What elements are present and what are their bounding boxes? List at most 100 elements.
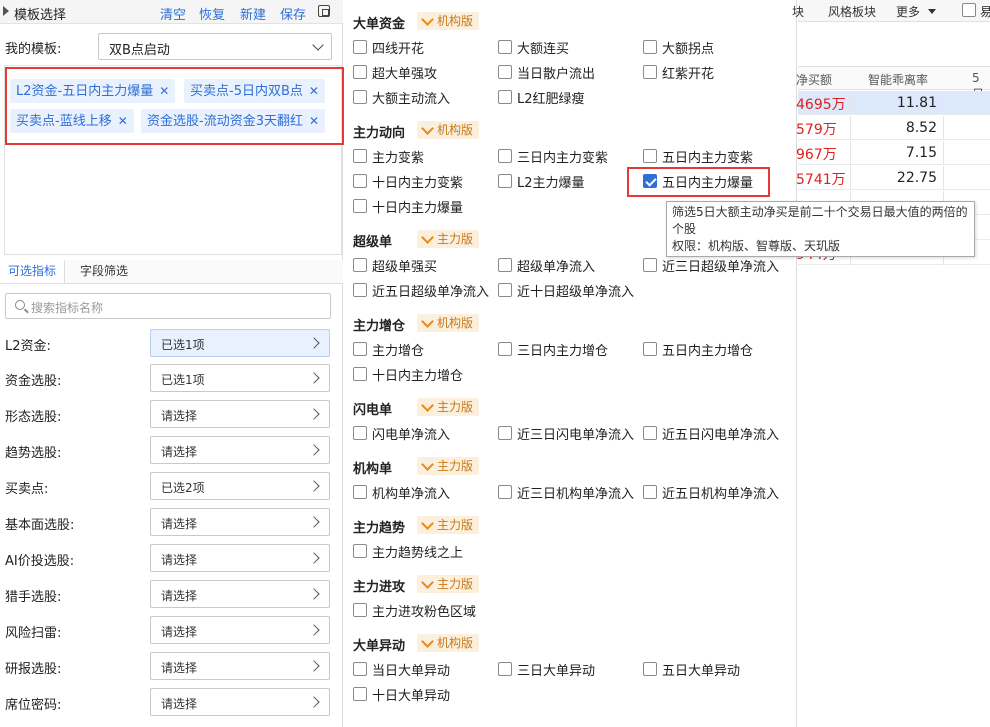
- checkbox-box[interactable]: [353, 426, 367, 440]
- column-header[interactable]: 智能乖离率: [868, 71, 928, 88]
- section-title: 主力增仓: [353, 319, 406, 334]
- search-placeholder: 搜索指标名称: [31, 301, 104, 315]
- checkbox-box[interactable]: [353, 258, 367, 272]
- checkbox-box[interactable]: [498, 40, 512, 54]
- new-button[interactable]: 新建: [240, 4, 266, 23]
- checkbox-box[interactable]: [498, 662, 512, 676]
- tooltip-line: 筛选5日大额主动净买是前二十个交易日最大值的两倍的: [672, 205, 968, 219]
- style-board-tab[interactable]: 风格板块: [828, 3, 876, 20]
- indicator-select-value: 请选择: [161, 517, 198, 531]
- checkbox-box[interactable]: [643, 65, 657, 79]
- checkbox-box[interactable]: [643, 40, 657, 54]
- section-title: 主力趋势: [353, 521, 406, 536]
- checkbox-box[interactable]: [498, 149, 512, 163]
- stock-table-panel: 块 风格板块 更多 易 净买额 智能乖离率 5日 4695万11.81 579万 8…: [792, 0, 990, 727]
- checkbox-box[interactable]: [643, 485, 657, 499]
- my-template-select[interactable]: 双B点启动: [98, 33, 332, 60]
- indicator-row: 资金选股: 已选1项: [0, 364, 343, 392]
- checkbox-box[interactable]: [353, 40, 367, 54]
- checkbox-box[interactable]: [353, 603, 367, 617]
- indicator-row: AI价投选股: 请选择: [0, 544, 343, 572]
- indicator-select[interactable]: 已选1项: [150, 329, 330, 357]
- checkbox-box[interactable]: [353, 687, 367, 701]
- checkbox-box[interactable]: [498, 90, 512, 104]
- indicator-select[interactable]: 请选择: [150, 616, 330, 644]
- checkbox-box[interactable]: [353, 149, 367, 163]
- edition-badge: 主力版: [417, 516, 480, 534]
- chevron-right-icon: [308, 624, 320, 636]
- checkbox-box[interactable]: [353, 544, 367, 558]
- board-tab[interactable]: 块: [792, 3, 804, 20]
- checkbox-box[interactable]: [353, 367, 367, 381]
- template-panel: 模板选择 清空 恢复 新建 保存 我的模板: 双B点启动 L2资金-五日内主力爆…: [0, 0, 344, 727]
- collapse-caret-icon[interactable]: [3, 6, 9, 16]
- checkbox-box[interactable]: [498, 283, 512, 297]
- checkbox-box[interactable]: [353, 199, 367, 213]
- table-header: 净买额 智能乖离率 5日: [796, 66, 990, 101]
- section-title: 主力进攻: [353, 580, 406, 595]
- indicator-select[interactable]: 请选择: [150, 580, 330, 608]
- checkbox-box[interactable]: [643, 258, 657, 272]
- indicator-select[interactable]: 请选择: [150, 652, 330, 680]
- checkbox-label: 十日内主力爆量: [372, 201, 464, 216]
- checkbox-box[interactable]: [498, 485, 512, 499]
- indicator-select[interactable]: 请选择: [150, 544, 330, 572]
- my-template-label: 我的模板:: [5, 42, 62, 57]
- indicator-label: 猎手选股:: [5, 590, 62, 605]
- section-title: 机构单: [353, 462, 393, 477]
- checkbox-box[interactable]: [643, 662, 657, 676]
- section-title: 超级单: [353, 235, 393, 250]
- checkbox-box[interactable]: [643, 426, 657, 440]
- edition-badge: 主力版: [417, 575, 480, 593]
- checkbox-box[interactable]: [498, 65, 512, 79]
- indicator-row: 研报选股: 请选择: [0, 652, 343, 680]
- popout-icon[interactable]: [318, 5, 330, 17]
- checkbox-box[interactable]: [353, 283, 367, 297]
- checkbox-label: 近十日超级单净流入: [517, 285, 635, 300]
- dropdown-triangle-icon: [928, 9, 936, 14]
- indicator-select[interactable]: 请选择: [150, 436, 330, 464]
- indicator-select[interactable]: 请选择: [150, 688, 330, 716]
- checkbox-box[interactable]: [498, 258, 512, 272]
- save-button[interactable]: 保存: [280, 4, 306, 23]
- table-row[interactable]: 4695万 11.81: [796, 91, 990, 115]
- checkbox-box[interactable]: [353, 342, 367, 356]
- indicator-select[interactable]: 已选2项: [150, 472, 330, 500]
- edition-badge: 主力版: [417, 457, 480, 475]
- table-row[interactable]: 579万 8.52: [796, 116, 990, 140]
- table-row[interactable]: 5741万 22.75: [796, 166, 990, 190]
- checkbox-box[interactable]: [498, 174, 512, 188]
- chevron-right-icon: [308, 552, 320, 564]
- checkbox-box[interactable]: [353, 485, 367, 499]
- indicator-select[interactable]: 请选择: [150, 400, 330, 428]
- indicator-select-value: 请选择: [161, 553, 198, 567]
- checkbox-box[interactable]: [498, 426, 512, 440]
- indicator-select-value: 已选2项: [161, 481, 205, 495]
- checkbox-box[interactable]: [643, 149, 657, 163]
- checkbox-box[interactable]: [643, 342, 657, 356]
- checkbox-box[interactable]: [353, 90, 367, 104]
- checkbox-box[interactable]: [353, 65, 367, 79]
- indicator-search-input[interactable]: 搜索指标名称: [5, 293, 331, 319]
- column-header[interactable]: 净买额: [796, 71, 832, 88]
- checkbox-box[interactable]: [353, 662, 367, 676]
- checkbox-box[interactable]: [353, 174, 367, 188]
- tab-field-filter[interactable]: 字段筛选: [72, 260, 136, 283]
- more-menu[interactable]: 更多: [896, 3, 920, 20]
- toolbar-checkbox[interactable]: [962, 3, 976, 17]
- tab-available-indicators[interactable]: 可选指标: [0, 260, 66, 283]
- checkbox-label: 三日内主力变紫: [517, 151, 609, 166]
- net-buy-amount: 4695万: [796, 97, 846, 113]
- indicator-select-value: 请选择: [161, 661, 198, 675]
- template-header: 模板选择 清空 恢复 新建 保存: [0, 0, 343, 24]
- restore-button[interactable]: 恢复: [199, 4, 225, 23]
- clear-button[interactable]: 清空: [160, 4, 186, 23]
- indicator-select-value: 请选择: [161, 589, 198, 603]
- toolbar-checkbox-label: 易: [980, 5, 990, 19]
- checkbox-box[interactable]: [498, 342, 512, 356]
- chevron-right-icon: [308, 660, 320, 672]
- table-row[interactable]: 967万 7.15: [796, 141, 990, 165]
- checkbox-label: 机构单净流入: [372, 487, 451, 502]
- indicator-select[interactable]: 已选1项: [150, 364, 330, 392]
- indicator-select[interactable]: 请选择: [150, 508, 330, 536]
